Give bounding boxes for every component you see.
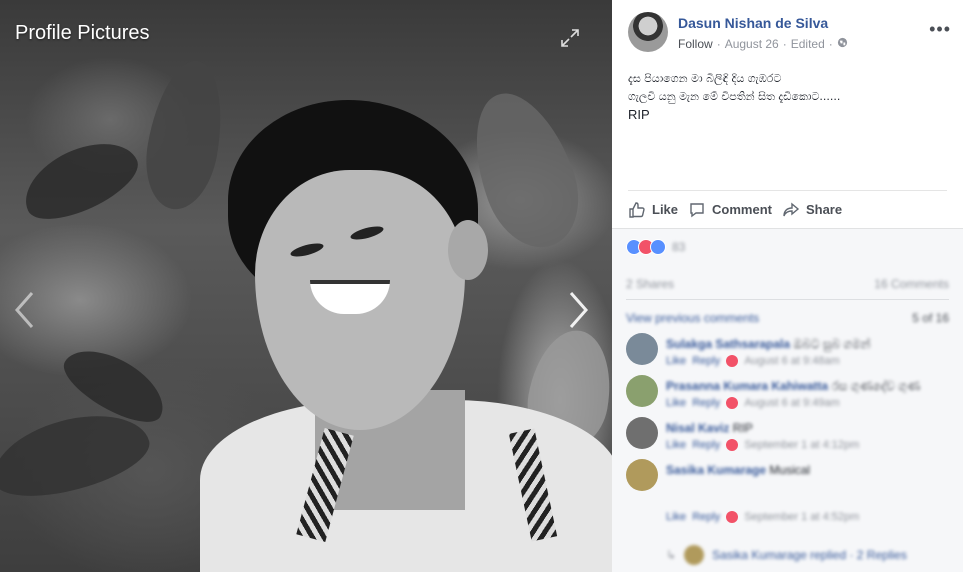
view-previous-link[interactable]: View previous comments [626, 311, 759, 325]
shares-count[interactable]: 2 Shares [626, 277, 674, 291]
comment-avatar[interactable] [626, 333, 658, 365]
more-dots-icon[interactable]: ••• [929, 20, 951, 38]
comment-item: Sulakga Sathsarapala ඔබට සුබ ගමන් Like R… [626, 333, 956, 373]
divider [626, 299, 949, 300]
heart-icon [726, 439, 739, 451]
view-previous-comments[interactable]: View previous comments 5 of 16 [626, 311, 949, 325]
comment-item: Sasika Kumarage Musical Like Reply Septe… [626, 459, 956, 529]
comment-button[interactable]: Comment [688, 201, 772, 219]
comment-text: රස ගුණදේව ගුණ [831, 379, 921, 393]
meta-separator: · [716, 37, 721, 51]
chevron-left-icon[interactable] [12, 290, 38, 330]
photo-bottom-bar [0, 558, 612, 572]
comment-like-link[interactable]: Like [666, 439, 686, 451]
comment-item: Nisal Kaviz RIP Like Reply September 1 a… [626, 417, 956, 457]
comment-like-link[interactable]: Like [666, 355, 686, 367]
author-name[interactable]: Dasun Nishan de Silva [678, 15, 828, 31]
heart-icon [726, 397, 739, 409]
edited-label[interactable]: Edited [791, 37, 825, 51]
reactions-count: 83 [672, 240, 686, 254]
post-date[interactable]: August 26 [725, 37, 779, 51]
share-icon [783, 202, 800, 216]
post-header: Dasun Nishan de Silva Follow · August 26… [612, 0, 963, 62]
comment-avatar[interactable] [626, 375, 658, 407]
post-stats: 2 Shares 16 Comments [626, 277, 949, 291]
heart-icon [726, 355, 739, 367]
reply-avatar [684, 545, 705, 565]
comment-label: Comment [712, 202, 772, 217]
comment-author[interactable]: Sulakga Sathsarapala [666, 337, 790, 351]
photo-image [0, 0, 612, 572]
post-text-line1: දැස පියාගෙන මා බිලිඳි දිය ගැඹරට [628, 72, 782, 85]
person-photo [200, 100, 612, 572]
expand-icon[interactable] [560, 28, 580, 48]
comment-reply-link[interactable]: Reply [692, 439, 720, 451]
comment-author[interactable]: Prasanna Kumara Kahiwatta [666, 379, 828, 393]
view-previous-count: 5 of 16 [912, 311, 949, 325]
comment-author[interactable]: Sasika Kumarage [666, 463, 766, 477]
comment-text: RIP [732, 421, 753, 435]
photo-viewer: Profile Pictures [0, 0, 612, 572]
comment-like-link[interactable]: Like [666, 511, 686, 523]
heart-icon [726, 511, 739, 523]
share-label: Share [805, 202, 843, 217]
replies-text: Sasika Kumarage replied · 2 Replies [712, 548, 907, 562]
comment-text: Musical [769, 463, 811, 477]
comment-time[interactable]: August 6 at 9:49am [744, 397, 839, 409]
replies-link[interactable]: ↳ Sasika Kumarage replied · 2 Replies [666, 545, 907, 565]
post-actions: Like Comment Share [628, 190, 947, 228]
like-button[interactable]: Like [628, 201, 678, 219]
comment-reply-link[interactable]: Reply [692, 355, 720, 367]
reply-arrow-icon: ↳ [666, 548, 677, 562]
comment-author[interactable]: Nisal Kaviz [666, 421, 729, 435]
comment-item: Prasanna Kumara Kahiwatta රස ගුණදේව ගුණ … [626, 375, 956, 415]
comment-avatar[interactable] [626, 417, 658, 449]
comment-time[interactable]: August 6 at 9:48am [744, 355, 839, 367]
like-reaction-icon [650, 239, 666, 255]
comment-avatar[interactable] [626, 459, 658, 491]
comment-time[interactable]: September 1 at 4:12pm [744, 439, 859, 451]
post-text-line3: RIP [628, 107, 650, 122]
share-button[interactable]: Share [782, 201, 842, 219]
follow-link[interactable]: Follow [678, 37, 713, 51]
comment-time[interactable]: September 1 at 4:52pm [744, 511, 859, 523]
comment-icon [690, 202, 704, 217]
chevron-right-icon[interactable] [565, 290, 591, 330]
post-text: දැස පියාගෙන මා බිලිඳි දිය ගැඹරට ගැලවී යන… [612, 62, 963, 190]
meta-separator: · [828, 37, 833, 51]
meta-separator: · [782, 37, 787, 51]
like-label: Like [652, 202, 679, 217]
globe-icon [837, 37, 848, 51]
post-meta: Follow · August 26 · Edited · [678, 37, 848, 51]
comment-like-link[interactable]: Like [666, 397, 686, 409]
comment-reply-link[interactable]: Reply [692, 397, 720, 409]
post-text-line2: ගැලවී යනු මැන මේ විපතින් සිත දැඩිකොට....… [628, 90, 841, 103]
comments-count[interactable]: 16 Comments [874, 277, 949, 291]
thumbs-up-icon [629, 201, 645, 218]
reactions-summary[interactable]: 83 [626, 239, 685, 255]
post-sidebar: Dasun Nishan de Silva Follow · August 26… [612, 0, 963, 572]
comments-area: 83 2 Shares 16 Comments View previous co… [612, 228, 963, 572]
avatar[interactable] [628, 12, 668, 52]
album-title[interactable]: Profile Pictures [15, 22, 150, 45]
comment-text: ඔබට සුබ ගමන් [793, 337, 871, 351]
comment-reply-link[interactable]: Reply [692, 511, 720, 523]
